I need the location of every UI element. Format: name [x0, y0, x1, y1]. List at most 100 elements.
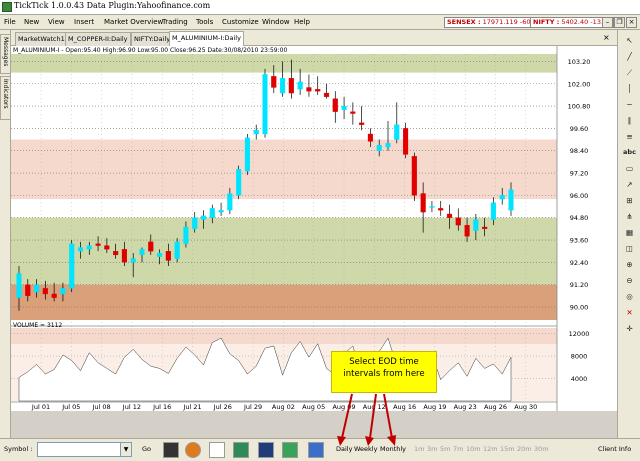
interval-5m-button[interactable]: 5m: [440, 445, 450, 453]
cursor-tool-icon[interactable]: ↖: [622, 34, 637, 47]
menu-view[interactable]: View: [48, 18, 65, 26]
candle-body-38: [350, 111, 356, 114]
candle-body-50: [455, 217, 461, 226]
sensex-ticker[interactable]: SENSEX : 17971.119 -60.99: [444, 17, 544, 28]
interval-30m-button[interactable]: 30m: [534, 445, 549, 453]
text-tool-icon[interactable]: abc: [622, 146, 637, 159]
menu-trading[interactable]: Trading: [162, 18, 188, 26]
x-tick-label-12: Aug 16: [393, 403, 416, 411]
go-button[interactable]: Go: [142, 445, 151, 453]
monthly-button[interactable]: Monthly: [380, 445, 406, 453]
crosshair-icon[interactable]: ✛: [622, 322, 637, 335]
refresh-icon[interactable]: [282, 442, 298, 458]
bar-chart-icon[interactable]: [233, 442, 249, 458]
vertical-line-icon[interactable]: │: [622, 82, 637, 95]
candle-body-9: [95, 243, 101, 246]
weekly-button[interactable]: Weekly: [354, 445, 377, 453]
rectangle-tool-icon[interactable]: ▭: [622, 162, 637, 175]
drawing-toolbar: ↖ ╱ ⟋ │ ─ ∥ ≡ abc ▭ ↗ ⊞ ⋔ ▦ ◫ ⊕ ⊖ ◎ ✕ ✛: [617, 30, 640, 438]
daily-button[interactable]: Daily: [336, 445, 352, 453]
x-tick-label-2: Jul 08: [92, 403, 111, 411]
restore-button[interactable]: ❐: [614, 17, 625, 28]
chart-panel[interactable]: 103.20 102.00 100.80 99.60 98.40 97.20 96.00 94…: [11, 46, 617, 411]
candle-body-17: [165, 251, 171, 261]
cycle-tool-icon[interactable]: ◫: [622, 242, 637, 255]
line-tool-icon[interactable]: ╱: [622, 50, 637, 63]
candlestick-chart[interactable]: 103.20 102.00 100.80 99.60 98.40 97.20 96.00 94…: [11, 46, 617, 411]
close-button[interactable]: ×: [626, 17, 637, 28]
candle-body-47: [429, 206, 435, 208]
price-band-2: [11, 139, 557, 200]
layout-icon[interactable]: [308, 442, 324, 458]
arrow-tool-icon[interactable]: ↗: [622, 178, 637, 191]
candle-body-6: [69, 243, 75, 289]
menu-new[interactable]: New: [24, 18, 39, 26]
tab-nifty-daily[interactable]: NIFTY:Daily: [131, 32, 174, 46]
candle-body-5: [60, 288, 66, 295]
pitchfork-tool-icon[interactable]: ⋔: [622, 210, 637, 223]
interval-7m-button[interactable]: 7m: [453, 445, 463, 453]
candle-body-24: [227, 193, 233, 211]
tab-indicators[interactable]: Indicators: [0, 76, 11, 120]
interval-15m-button[interactable]: 15m: [500, 445, 515, 453]
candle-body-35: [323, 92, 330, 97]
browser-icon[interactable]: [185, 442, 201, 458]
gann-tool-icon[interactable]: ⊞: [622, 194, 637, 207]
interval-20m-button[interactable]: 20m: [517, 445, 532, 453]
y-tick-label-8: 93.60: [570, 237, 589, 245]
menu-file[interactable]: File: [4, 18, 16, 26]
channel-tool-icon[interactable]: ∥: [622, 114, 637, 127]
y-tick-label-3: 99.60: [570, 125, 589, 133]
tab-aluminium-daily[interactable]: M_ALUMINIUM-I:Daily: [169, 31, 244, 46]
menu-window[interactable]: Window: [262, 18, 290, 26]
interval-12m-button[interactable]: 12m: [483, 445, 498, 453]
menu-customize[interactable]: Customize: [222, 18, 259, 26]
y-tick-label-2: 100.80: [568, 103, 591, 111]
x-tick-label-0: Jul 01: [31, 403, 50, 411]
x-tick-label-9: Aug 05: [302, 403, 325, 411]
ohlc-info-text: M_ALUMINIUM-I - Open:95.40 High:96.90 Lo…: [13, 47, 288, 54]
candle-body-49: [446, 213, 453, 218]
delete-icon[interactable]: ✕: [622, 306, 637, 319]
y-tick-label-4: 98.40: [570, 147, 589, 155]
grid-tool-icon[interactable]: ▦: [622, 226, 637, 239]
watchlist-icon[interactable]: [258, 442, 274, 458]
x-tick-label-3: Jul 12: [122, 403, 141, 411]
x-tick-label-6: Jul 26: [213, 403, 232, 411]
tab-marketwatch1[interactable]: MarketWatch1: [15, 32, 68, 46]
ray-tool-icon[interactable]: ⟋: [622, 66, 637, 79]
x-tick-label-1: Jul 05: [61, 403, 80, 411]
menu-help[interactable]: Help: [294, 18, 310, 26]
zoom-fit-icon[interactable]: ◎: [622, 290, 637, 303]
print-icon[interactable]: [209, 442, 225, 458]
zoom-out-icon[interactable]: ⊖: [622, 274, 637, 287]
candle-body-41: [376, 144, 382, 151]
horizontal-line-icon[interactable]: ─: [622, 98, 637, 111]
menu-market-overview[interactable]: Market Overview: [104, 18, 163, 26]
close-tab-icon[interactable]: ×: [603, 33, 610, 42]
candle-body-12: [121, 249, 127, 263]
x-tick-label-8: Aug 02: [272, 403, 295, 411]
menu-tools[interactable]: Tools: [196, 18, 213, 26]
screener-icon[interactable]: [163, 442, 179, 458]
tab-messages[interactable]: Messages: [0, 34, 11, 74]
y-tick-label-1: 102.00: [568, 80, 591, 88]
menu-bar: File New View Insert Market Overview Tra…: [0, 14, 640, 30]
candle-body-26: [244, 137, 250, 172]
tab-copper-daily[interactable]: M_COPPER-II:Daily: [65, 32, 131, 46]
chevron-down-icon[interactable]: ▼: [120, 443, 131, 456]
x-tick-label-16: Aug 30: [514, 403, 537, 411]
menu-insert[interactable]: Insert: [74, 18, 94, 26]
interval-10m-button[interactable]: 10m: [466, 445, 481, 453]
candle-body-21: [200, 215, 207, 220]
interval-3m-button[interactable]: 3m: [427, 445, 437, 453]
callout-line2: intervals from here: [343, 369, 425, 379]
candle-body-2: [34, 284, 40, 293]
symbol-input[interactable]: ▼: [37, 442, 132, 457]
minimize-button[interactable]: –: [602, 17, 613, 28]
fibonacci-tool-icon[interactable]: ≡: [622, 130, 637, 143]
client-info-button[interactable]: Client Info: [598, 445, 631, 453]
interval-1m-button[interactable]: 1m: [414, 445, 424, 453]
candle-body-19: [183, 226, 189, 244]
zoom-in-icon[interactable]: ⊕: [622, 258, 637, 271]
